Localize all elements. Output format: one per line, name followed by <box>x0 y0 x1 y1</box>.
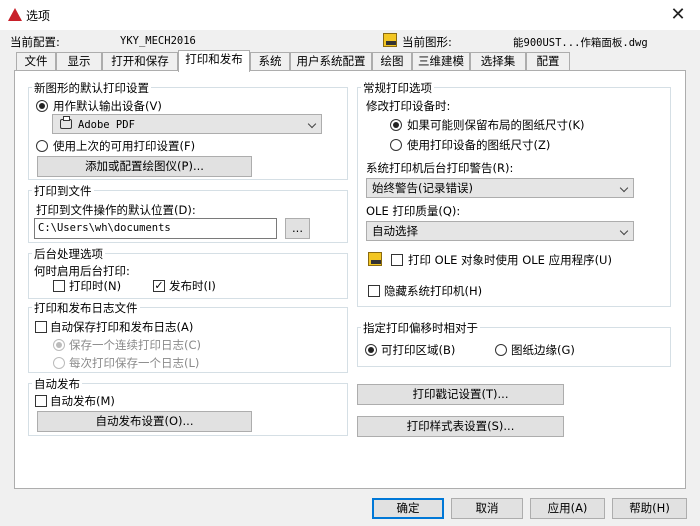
ole-quality-select[interactable]: 自动选择 <box>366 221 634 241</box>
ole-app-label: 打印 OLE 对象时使用 OLE 应用程序(U) <box>408 253 612 267</box>
plot-to-file-label: 打印到文件操作的默认位置(D): <box>36 203 196 217</box>
hide-printers-checkbox[interactable] <box>368 285 380 297</box>
current-drawing-value: 能900UST...作箱面板.dwg <box>513 37 648 49</box>
plotting-label: 打印时(N) <box>69 279 122 293</box>
apply-button[interactable]: 应用(A) <box>530 498 605 519</box>
tab-selection[interactable]: 选择集 <box>470 52 526 71</box>
tab-open-save[interactable]: 打开和保存 <box>102 52 178 71</box>
change-device-label: 修改打印设备时: <box>366 99 451 113</box>
use-default-device-radio[interactable] <box>36 100 48 112</box>
current-drawing-label: 当前图形: <box>402 35 452 49</box>
output-device-value: Adobe PDF <box>78 119 135 131</box>
group-title: 新图形的默认打印设置 <box>32 80 151 96</box>
current-profile-label: 当前配置: <box>10 35 60 49</box>
use-device-size-radio[interactable] <box>390 139 402 151</box>
close-icon[interactable]: ✕ <box>660 2 696 28</box>
ole-app-checkbox[interactable] <box>391 254 403 266</box>
group-title: 自动发布 <box>32 376 82 392</box>
window-title: 选项 <box>26 9 51 23</box>
autopublish-label: 自动发布(M) <box>50 394 115 408</box>
continuous-log-label: 保存一个连续打印日志(C) <box>69 338 202 352</box>
plot-location-input[interactable]: C:\Users\wh\documents <box>34 218 277 239</box>
use-last-settings-radio[interactable] <box>36 140 48 152</box>
auto-save-log-label: 自动保存打印和发布日志(A) <box>50 320 194 334</box>
chevron-down-icon <box>619 183 629 193</box>
ole-icon <box>368 252 382 266</box>
group-title: 指定打印偏移时相对于 <box>361 320 480 336</box>
auto-save-log-checkbox[interactable] <box>35 321 47 333</box>
spool-alert-value: 始终警告(记录错误) <box>372 181 473 195</box>
tab-system[interactable]: 系统 <box>250 52 290 71</box>
continuous-log-radio[interactable] <box>53 339 65 351</box>
paper-edge-label: 图纸边缘(G) <box>511 343 575 357</box>
per-plot-log-label: 每次打印保存一个日志(L) <box>69 356 200 370</box>
add-plotter-button[interactable]: 添加或配置绘图仪(P)... <box>37 156 252 177</box>
hide-printers-label: 隐藏系统打印机(H) <box>384 284 483 298</box>
group-title: 后台处理选项 <box>32 246 105 262</box>
tab-files[interactable]: 文件 <box>16 52 56 71</box>
plotting-checkbox[interactable] <box>53 280 65 292</box>
group-title: 打印到文件 <box>32 183 94 199</box>
use-last-settings-label: 使用上次的可用打印设置(F) <box>53 139 196 153</box>
publishing-checkbox[interactable]: ✓ <box>153 280 165 292</box>
paper-edge-radio[interactable] <box>495 344 507 356</box>
tab-plot-publish[interactable]: 打印和发布 <box>178 50 250 72</box>
output-device-select[interactable]: Adobe PDF <box>52 114 322 134</box>
ole-quality-label: OLE 打印质量(Q): <box>366 204 461 218</box>
chevron-down-icon <box>307 119 317 129</box>
tab-display[interactable]: 显示 <box>56 52 102 71</box>
tab-3d-modeling[interactable]: 三维建模 <box>412 52 470 71</box>
printable-area-label: 可打印区域(B) <box>381 343 456 357</box>
chevron-down-icon <box>619 226 629 236</box>
autopublish-checkbox[interactable] <box>35 395 47 407</box>
tab-user-preferences[interactable]: 用户系统配置 <box>290 52 372 71</box>
group-title: 常规打印选项 <box>361 80 434 96</box>
cancel-button[interactable]: 取消 <box>451 498 523 519</box>
spool-alert-label: 系统打印机后台打印警告(R): <box>366 161 514 175</box>
printer-icon <box>60 116 72 129</box>
use-default-device-label: 用作默认输出设备(V) <box>53 99 162 113</box>
help-button[interactable]: 帮助(H) <box>612 498 687 519</box>
autocad-logo-icon <box>8 8 22 21</box>
publishing-label: 发布时(I) <box>169 279 216 293</box>
current-profile-value: YKY_MECH2016 <box>120 35 196 47</box>
background-label: 何时启用后台打印: <box>34 264 130 278</box>
browse-button[interactable]: ... <box>285 218 310 239</box>
printable-area-radio[interactable] <box>365 344 377 356</box>
plot-style-table-button[interactable]: 打印样式表设置(S)... <box>357 416 564 437</box>
title-bar <box>0 0 700 30</box>
autopublish-settings-button[interactable]: 自动发布设置(O)... <box>37 411 252 432</box>
plot-stamp-settings-button[interactable]: 打印戳记设置(T)... <box>357 384 564 405</box>
tab-drafting[interactable]: 绘图 <box>372 52 412 71</box>
keep-layout-size-label: 如果可能则保留布局的图纸尺寸(K) <box>407 118 585 132</box>
group-title: 打印和发布日志文件 <box>32 300 140 316</box>
drawing-icon <box>383 33 397 47</box>
use-device-size-label: 使用打印设备的图纸尺寸(Z) <box>407 138 551 152</box>
ok-button[interactable]: 确定 <box>372 498 444 519</box>
spool-alert-select[interactable]: 始终警告(记录错误) <box>366 178 634 198</box>
tab-profiles[interactable]: 配置 <box>526 52 570 71</box>
per-plot-log-radio[interactable] <box>53 357 65 369</box>
ole-quality-value: 自动选择 <box>372 224 418 238</box>
keep-layout-size-radio[interactable] <box>390 119 402 131</box>
